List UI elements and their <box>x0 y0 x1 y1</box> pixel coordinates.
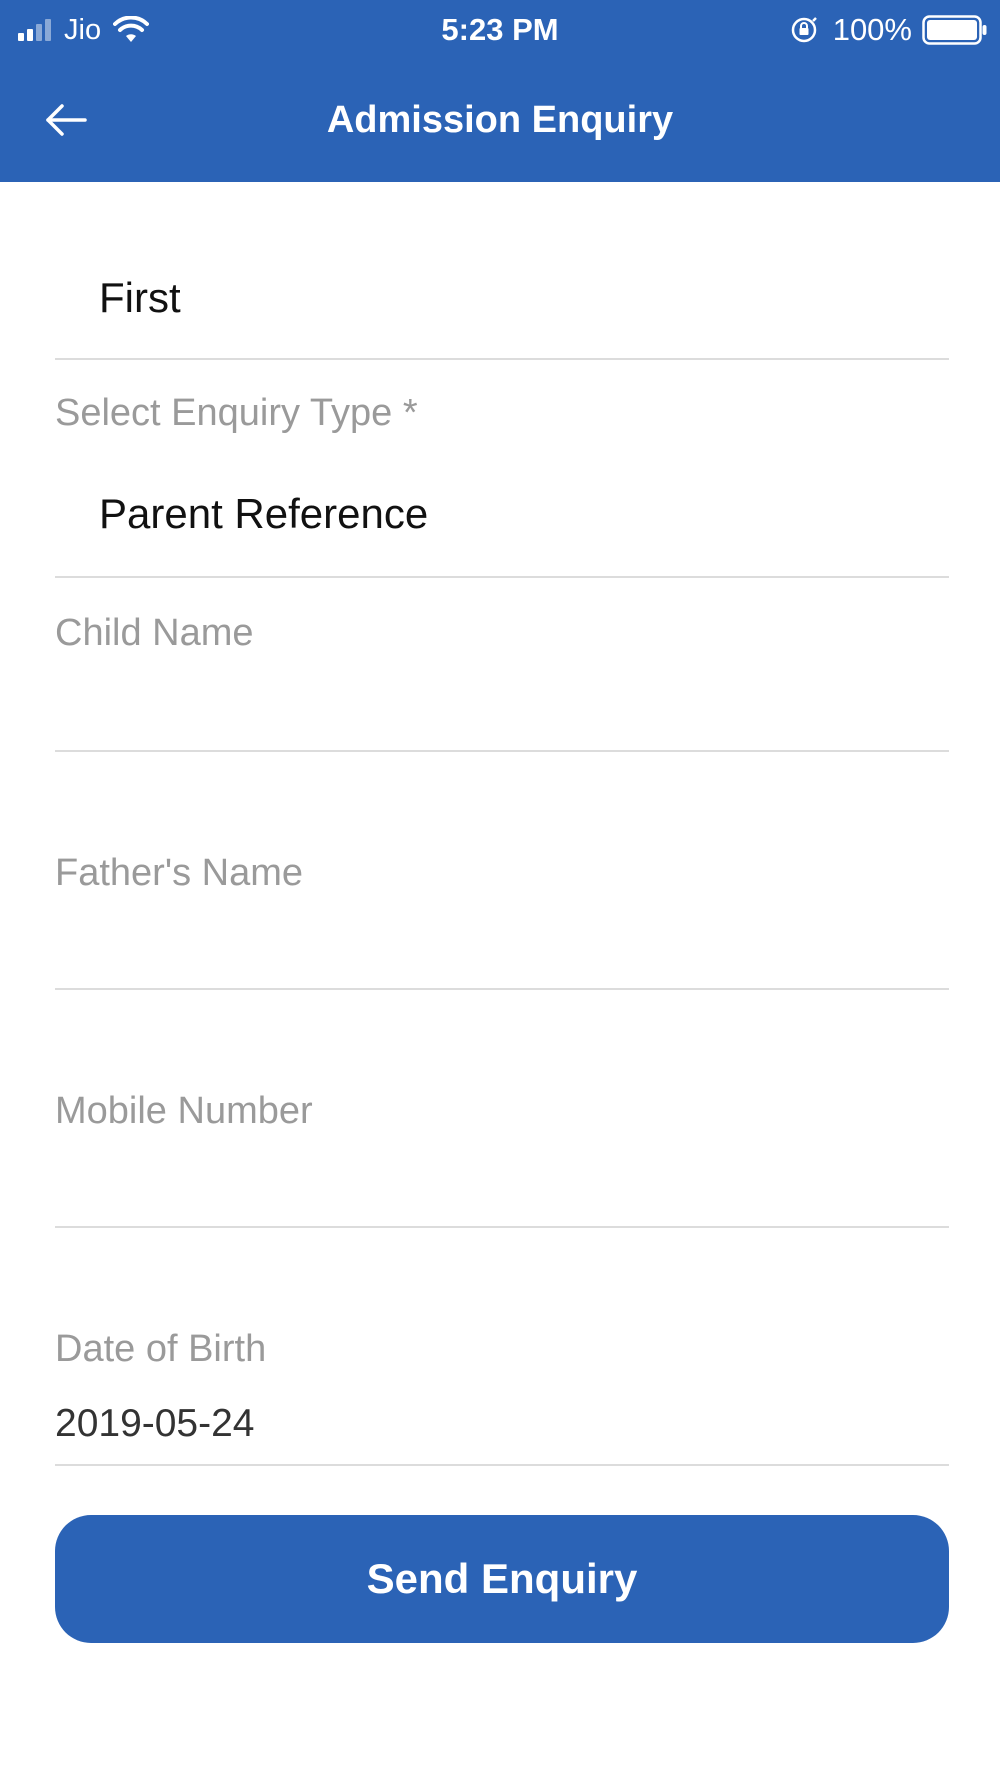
child-name-placeholder: Child Name <box>55 612 254 654</box>
father-name-placeholder: Father's Name <box>55 852 304 894</box>
admission-enquiry-screen: Jio 5:23 PM 100% Admission Enquiry First… <box>0 0 1000 1778</box>
mobile-number-field[interactable]: Mobile Number <box>55 990 949 1228</box>
battery-icon <box>922 15 987 45</box>
page-title: Admission Enquiry <box>326 99 674 141</box>
child-name-field[interactable]: Child Name <box>55 578 949 752</box>
rotation-lock-icon <box>791 17 817 43</box>
date-of-birth-field[interactable]: Date of Birth 2019-05-24 <box>55 1228 949 1466</box>
field-divider <box>55 1464 949 1466</box>
navigation-bar: Admission Enquiry <box>0 60 1000 182</box>
first-select[interactable]: First <box>55 182 949 360</box>
father-name-field[interactable]: Father's Name <box>55 752 949 990</box>
date-of-birth-label: Date of Birth <box>55 1328 267 1370</box>
mobile-number-placeholder: Mobile Number <box>55 1090 313 1132</box>
date-of-birth-value: 2019-05-24 <box>55 1402 255 1445</box>
send-enquiry-button[interactable]: Send Enquiry <box>55 1515 949 1643</box>
enquiry-type-label: Select Enquiry Type * <box>55 392 418 434</box>
enquiry-type-select[interactable]: Select Enquiry Type * Parent Reference <box>55 360 949 578</box>
enquiry-type-value: Parent Reference <box>99 490 429 537</box>
status-bar: Jio 5:23 PM 100% <box>0 0 1000 60</box>
status-right: 100% <box>789 10 988 50</box>
first-select-value: First <box>99 274 181 321</box>
app-header: Jio 5:23 PM 100% Admission Enquiry <box>0 0 1000 182</box>
battery-percentage: 100% <box>832 12 912 47</box>
